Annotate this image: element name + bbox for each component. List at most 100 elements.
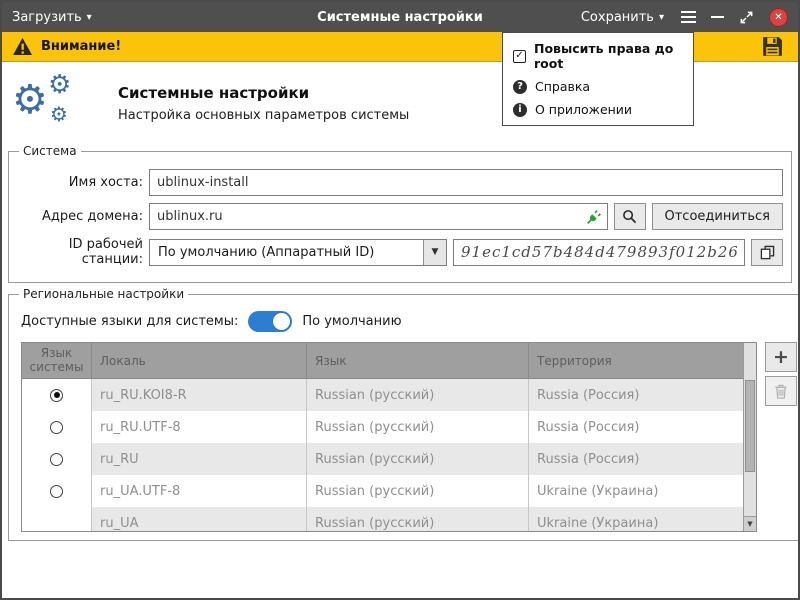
- chevron-down-icon: ▼: [423, 240, 446, 265]
- station-id-selected-option: По умолчанию (Аппаратный ID): [150, 245, 423, 260]
- gear-large-icon: ⚙: [12, 80, 48, 120]
- menu-item[interactable]: i О приложении: [503, 98, 693, 121]
- chevron-down-icon: ▾: [659, 12, 664, 23]
- menu-item-label: Справка: [535, 79, 590, 94]
- locale-radio[interactable]: [50, 421, 63, 434]
- table-row[interactable]: ru_UARussian (русский)Ukraine (Украина): [22, 507, 743, 532]
- locale-radio[interactable]: [50, 389, 63, 402]
- regional-fieldset: Региональные настройки Доступные языки д…: [8, 287, 800, 541]
- info-icon: i: [513, 103, 527, 117]
- plus-icon: +: [773, 346, 789, 368]
- column-header: Территория: [529, 343, 743, 378]
- languages-toggle-row: Доступные языки для системы: По умолчани…: [21, 311, 797, 332]
- gears-icon: ⚙ ⚙ ⚙: [12, 76, 76, 134]
- chevron-down-icon: ▾: [87, 12, 92, 23]
- domain-input-wrap: [149, 203, 608, 230]
- search-button[interactable]: [614, 203, 646, 230]
- menu-button[interactable]: [681, 11, 696, 23]
- domain-label: Адрес домена:: [17, 209, 143, 224]
- table-row[interactable]: ru_RU.KOI8-RRussian (русский)Russia (Рос…: [22, 379, 743, 411]
- system-language-cell: [22, 379, 92, 411]
- column-header: Язык: [307, 343, 529, 378]
- locale-cell: ru_UA: [92, 507, 307, 532]
- territory-cell: Russia (Россия): [529, 411, 743, 443]
- hostname-input[interactable]: [149, 169, 783, 196]
- search-icon: [622, 209, 637, 224]
- locale-radio[interactable]: [50, 453, 63, 466]
- table-row[interactable]: ru_RURussian (русский)Russia (Россия): [22, 443, 743, 475]
- disconnect-button[interactable]: Отсоединиться: [652, 203, 784, 230]
- scrollbar-thumb[interactable]: [745, 380, 755, 472]
- root-checkbox-icon: ✓: [513, 50, 526, 63]
- titlebar-actions: Сохранить ▾ ✕: [579, 8, 798, 27]
- menu-item[interactable]: ✓ Повысить права до root: [503, 37, 693, 75]
- languages-label: Доступные языки для системы:: [21, 314, 238, 329]
- scroll-down-button[interactable]: ▼: [744, 516, 756, 531]
- toggle-knob: [273, 313, 290, 330]
- gear-medium-icon: ⚙: [48, 72, 71, 98]
- page-title: Системные настройки: [118, 84, 409, 102]
- save-button[interactable]: Сохранить ▾: [579, 10, 666, 25]
- system-language-cell: [22, 411, 92, 443]
- station-id-value-field[interactable]: [453, 239, 745, 266]
- languages-toggle[interactable]: [248, 311, 292, 332]
- language-cell: Russian (русский): [307, 507, 529, 532]
- hamburger-icon: [681, 11, 696, 23]
- system-language-cell: [22, 475, 92, 507]
- menu-item[interactable]: ? Справка: [503, 75, 693, 98]
- load-button[interactable]: Загрузить ▾: [2, 2, 102, 32]
- system-language-cell: [22, 507, 92, 532]
- expand-icon: [739, 10, 754, 25]
- system-language-cell: [22, 443, 92, 475]
- column-header: Локаль: [92, 343, 307, 378]
- table-body: ru_RU.KOI8-RRussian (русский)Russia (Рос…: [22, 379, 756, 532]
- close-button[interactable]: ✕: [769, 8, 788, 27]
- territory-cell: Russia (Россия): [529, 443, 743, 475]
- warning-icon: [12, 37, 33, 56]
- station-id-label: ID рабочей станции:: [17, 237, 143, 267]
- maximize-button[interactable]: [739, 10, 754, 25]
- column-header: Язык системы: [22, 343, 92, 378]
- warning-text: Внимание!: [41, 39, 121, 54]
- help-icon: ?: [513, 80, 527, 94]
- minimize-icon: [711, 16, 724, 18]
- toggle-state-label: По умолчанию: [302, 314, 401, 329]
- territory-cell: Ukraine (Украина): [529, 475, 743, 507]
- table-header: Язык системыЛокальЯзыкТерритория: [22, 343, 743, 379]
- domain-input[interactable]: [149, 203, 608, 230]
- close-icon: ✕: [769, 8, 788, 27]
- table-row[interactable]: ru_RU.UTF-8Russian (русский)Russia (Росс…: [22, 411, 743, 443]
- territory-cell: Ukraine (Украина): [529, 507, 743, 532]
- table-action-buttons: +: [765, 342, 797, 406]
- language-cell: Russian (русский): [307, 411, 529, 443]
- locale-cell: ru_UA.UTF-8: [92, 475, 307, 507]
- table-row[interactable]: ru_UA.UTF-8Russian (русский)Ukraine (Укр…: [22, 475, 743, 507]
- regional-legend: Региональные настройки: [19, 287, 188, 301]
- locale-cell: ru_RU: [92, 443, 307, 475]
- save-button-label: Сохранить: [581, 10, 654, 25]
- plug-connected-icon: [586, 208, 603, 225]
- load-button-label: Загрузить: [12, 10, 82, 25]
- add-locale-button[interactable]: +: [765, 342, 797, 372]
- locale-cell: ru_RU.KOI8-R: [92, 379, 307, 411]
- system-fieldset: Система Имя хоста: Адрес домена:: [8, 144, 792, 283]
- trash-icon: [774, 384, 788, 399]
- table-scrollbar[interactable]: ▼: [743, 343, 756, 531]
- menu-item-label: Повысить права до root: [534, 41, 683, 71]
- gear-small-icon: ⚙: [50, 104, 68, 124]
- save-floppy-icon[interactable]: [761, 35, 784, 58]
- copy-icon: [760, 245, 775, 260]
- locale-cell: ru_RU.UTF-8: [92, 411, 307, 443]
- locale-radio[interactable]: [50, 485, 63, 498]
- titlebar: Загрузить ▾ Системные настройки Сохранит…: [2, 2, 798, 32]
- minimize-button[interactable]: [711, 16, 724, 18]
- station-id-select[interactable]: По умолчанию (Аппаратный ID) ▼: [149, 239, 447, 266]
- copy-button[interactable]: [751, 239, 783, 266]
- locales-table: Язык системыЛокальЯзыкТерритория ru_RU.K…: [21, 342, 757, 532]
- app-window: Загрузить ▾ Системные настройки Сохранит…: [0, 0, 800, 600]
- hostname-label: Имя хоста:: [17, 175, 143, 190]
- language-cell: Russian (русский): [307, 443, 529, 475]
- language-cell: Russian (русский): [307, 379, 529, 411]
- delete-locale-button[interactable]: [765, 376, 797, 406]
- menu-item-label: О приложении: [535, 102, 632, 117]
